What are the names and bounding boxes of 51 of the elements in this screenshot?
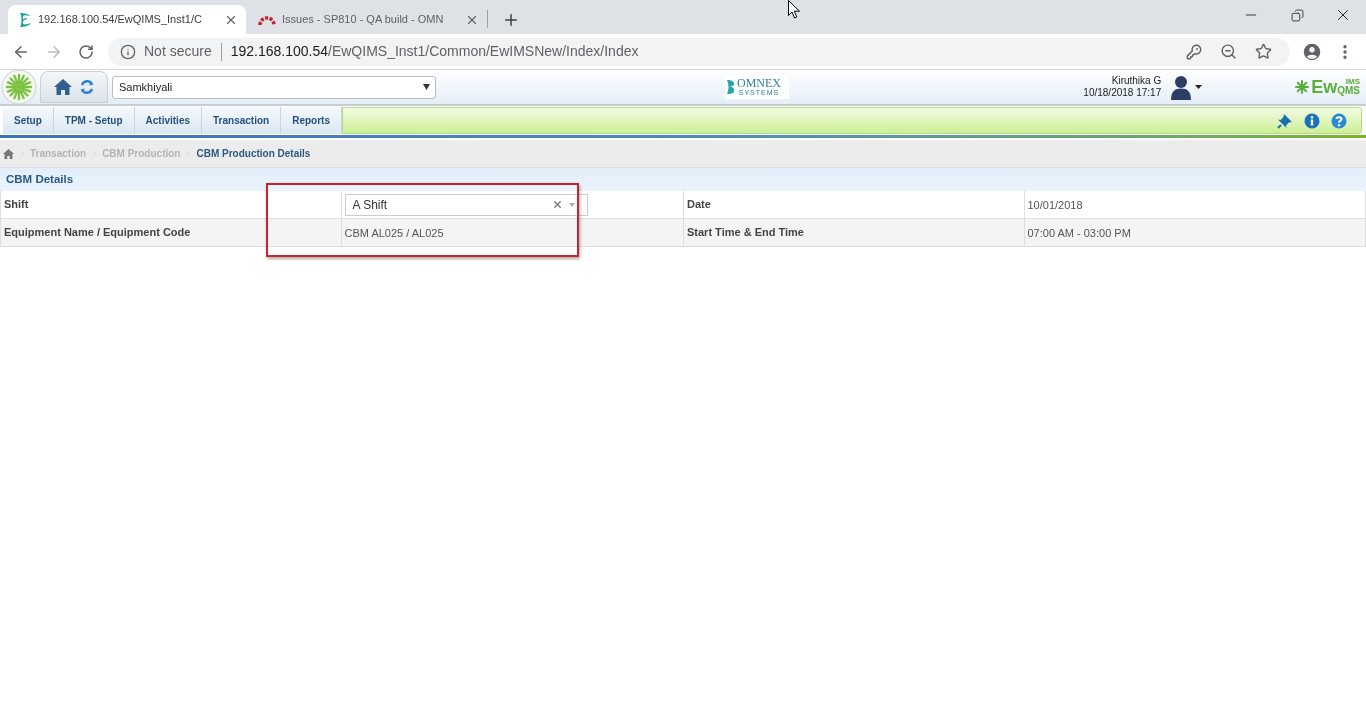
bookmark-star-icon[interactable]: [1255, 43, 1272, 60]
field-value: 10/01/2018: [1024, 191, 1366, 218]
menu-tab[interactable]: Transaction: [202, 107, 282, 134]
user-menu-caret-icon[interactable]: [1195, 85, 1203, 89]
tab-title: Issues - SP810 - QA build - OMN: [282, 12, 444, 28]
menu-tab[interactable]: Activities: [134, 107, 203, 134]
security-label: Not secure: [144, 42, 212, 61]
field-label: Date: [683, 191, 1025, 218]
restore-icon[interactable]: [1290, 8, 1304, 22]
field-label: Shift: [0, 191, 342, 218]
breadcrumb-link[interactable]: CBM Production Details: [196, 146, 311, 161]
home-icon[interactable]: [53, 78, 73, 96]
logo-mark-icon: [726, 79, 736, 95]
mouse-pointer-icon: [788, 0, 801, 19]
field-value: 07:00 AM - 03:00 PM: [1024, 219, 1366, 246]
dropdown-caret-icon: [423, 84, 430, 90]
key-icon[interactable]: [1186, 43, 1202, 60]
menu-tab[interactable]: TPM - Setup: [53, 107, 135, 134]
user-avatar-icon[interactable]: [1170, 74, 1193, 100]
menu-tab[interactable]: Reports: [281, 107, 342, 134]
product-logo-superscript: IMS: [1345, 78, 1360, 86]
help-icon[interactable]: [1331, 112, 1347, 129]
user-name: Kiruthika G: [1111, 75, 1162, 87]
company-name: OMNEX: [737, 77, 781, 89]
field-value: CBM AL025 / AL025: [343, 226, 445, 241]
login-datetime: 10/18/2018 17:17: [1083, 87, 1162, 99]
profile-icon[interactable]: [1303, 42, 1321, 61]
shift-select[interactable]: A Shift: [344, 193, 588, 216]
field-label: Equipment Name / Equipment Code: [0, 219, 342, 246]
reload-icon[interactable]: [78, 43, 94, 60]
site-select[interactable]: Samkhiyali: [112, 75, 436, 99]
product-logo-subscript: QMS: [1337, 86, 1360, 96]
product-logo-prefix: Ew: [1311, 78, 1338, 96]
tab-favicon-icon: [18, 11, 32, 28]
zoom-icon[interactable]: [1220, 43, 1237, 60]
tab-title: 192.168.100.54/EwQIMS_Inst1/C: [38, 12, 202, 28]
info-icon[interactable]: [1304, 112, 1320, 129]
browser-tab[interactable]: 192.168.100.54/EwQIMS_Inst1/C: [8, 5, 246, 34]
address-bar[interactable]: Not secure 192.168.100.54/EwQIMS_Inst1/Common/EwIMSNew/Index/Index: [108, 37, 1290, 66]
dropdown-caret-icon: [568, 202, 575, 207]
section-header: CBM Details: [0, 168, 1366, 191]
url-text: 192.168.100.54/EwQIMS_Inst1/Common/EwIMSNew/Index/Index: [230, 42, 639, 61]
pin-icon[interactable]: [1277, 112, 1293, 129]
home-icon[interactable]: [3, 148, 14, 159]
info-icon[interactable]: [120, 43, 136, 60]
clear-icon[interactable]: [551, 199, 563, 210]
field-label: Start Time & End Time: [683, 219, 1025, 246]
refresh-icon[interactable]: [79, 79, 95, 95]
menu-tab[interactable]: Setup: [3, 107, 54, 134]
tab-favicon-icon: [258, 13, 276, 26]
flower-icon: [1295, 80, 1310, 94]
